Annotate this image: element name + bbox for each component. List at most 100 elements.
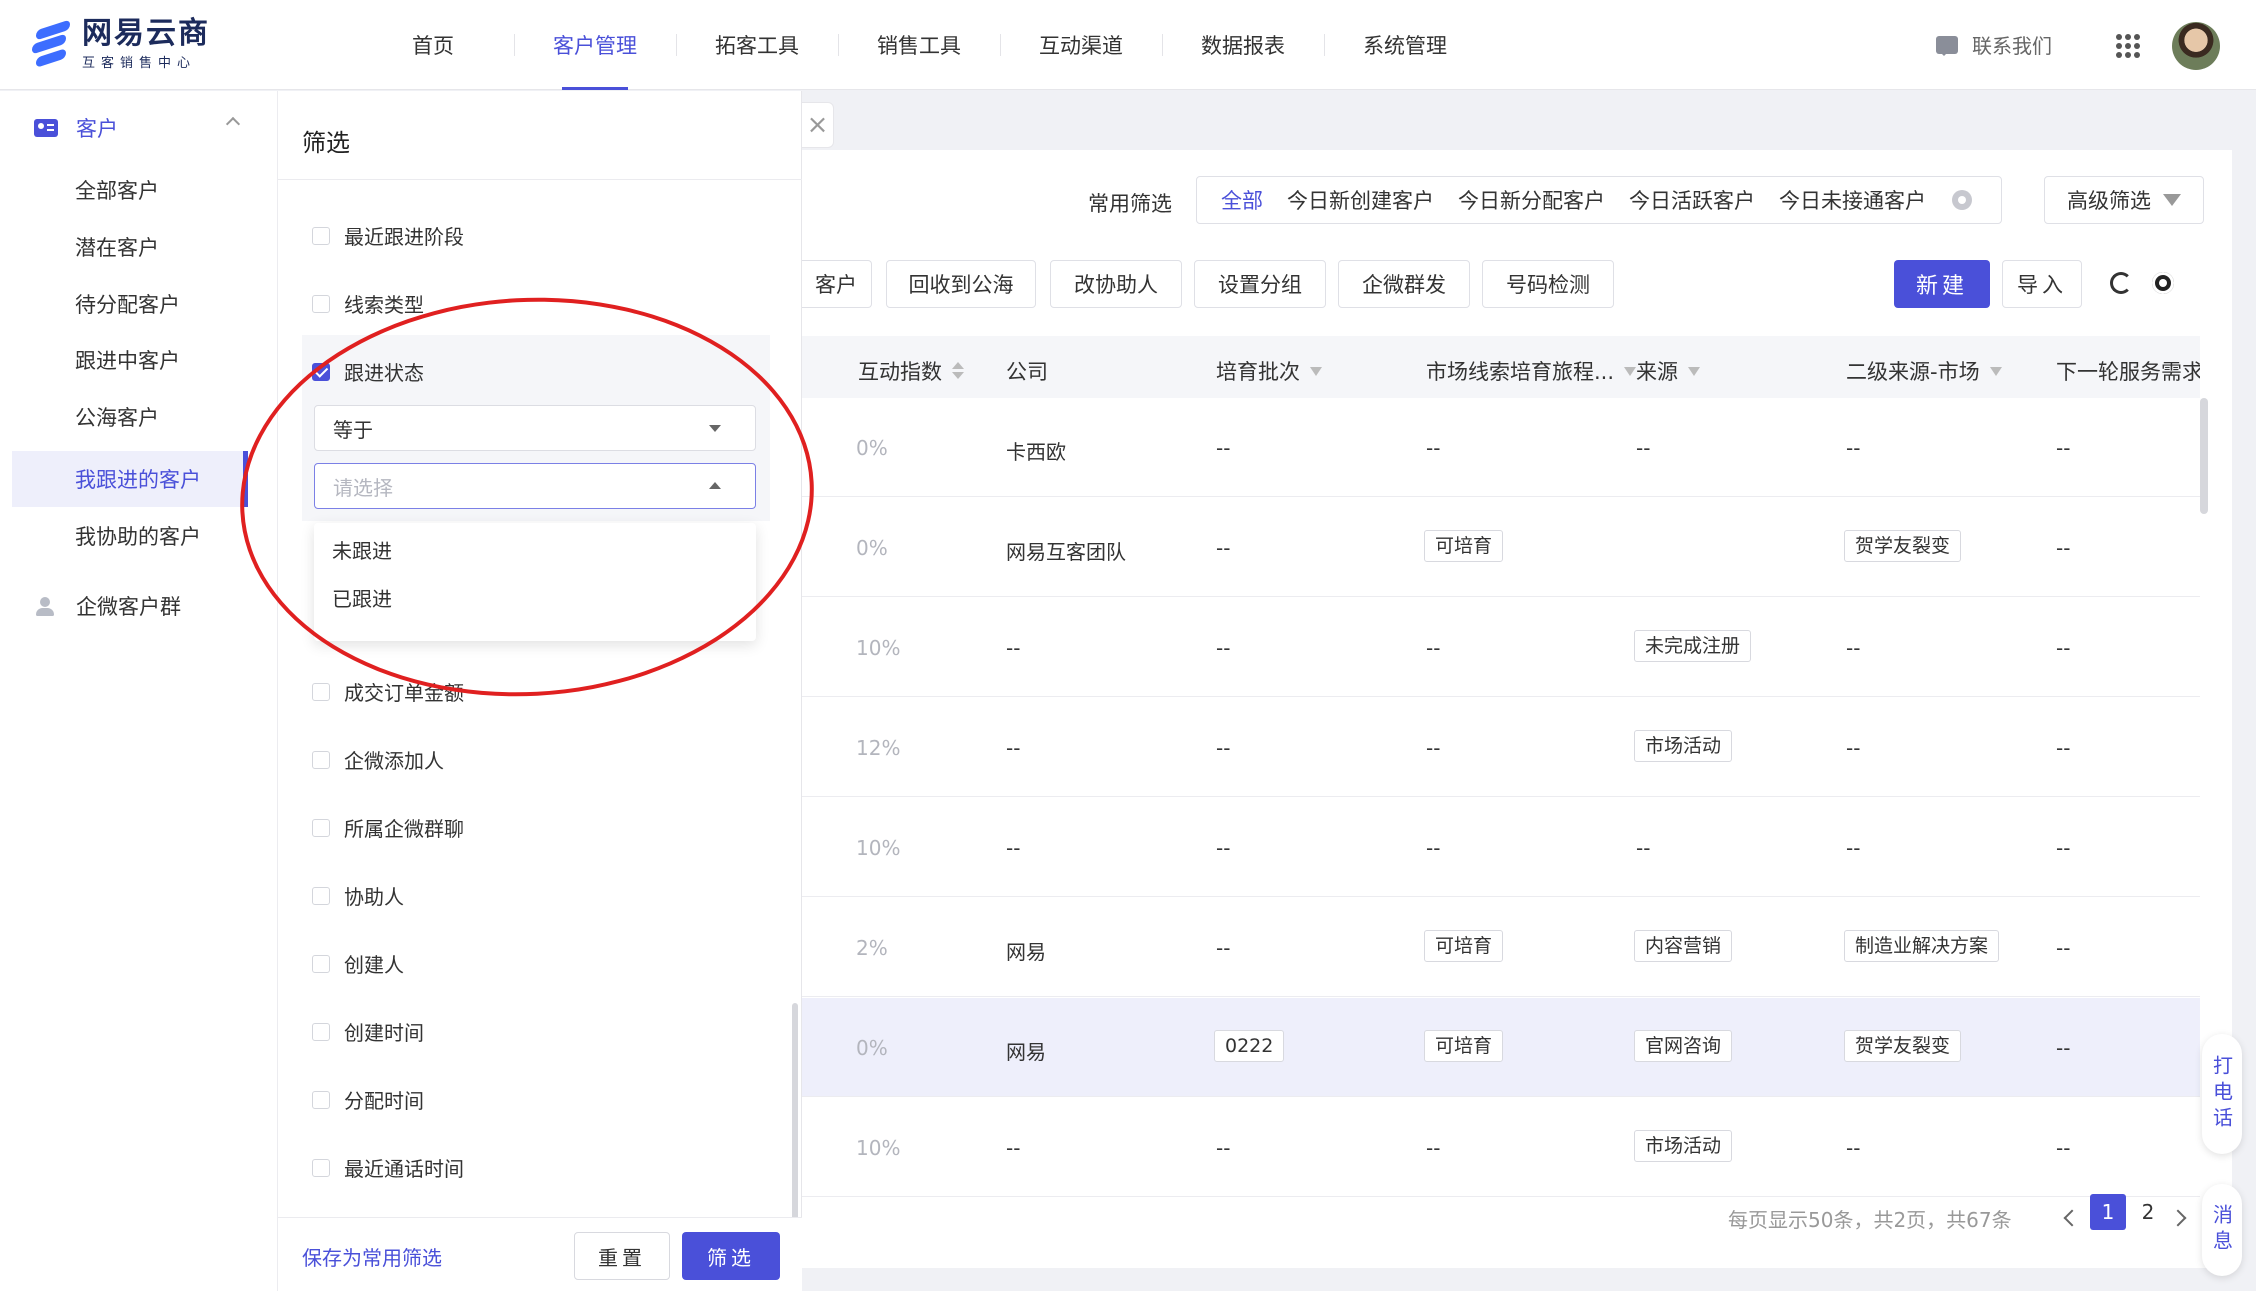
- checkbox[interactable]: [312, 1158, 330, 1177]
- filter-field-lead-type[interactable]: 线索类型: [312, 289, 424, 318]
- column-source[interactable]: 来源: [1636, 356, 1700, 386]
- quick-filter-active[interactable]: 今日活跃客户: [1629, 185, 1755, 215]
- sidebar-item-unassigned-customers[interactable]: 待分配客户: [75, 289, 180, 319]
- reset-button[interactable]: 重置: [574, 1232, 670, 1280]
- filter-field-created-time[interactable]: 创建时间: [312, 1017, 424, 1046]
- convert-customer-button[interactable]: 客户: [792, 260, 872, 308]
- nav-sales-tools[interactable]: 销售工具: [838, 0, 1000, 90]
- import-button[interactable]: 导入: [2002, 260, 2082, 308]
- filter-field-creator[interactable]: 创建人: [312, 949, 404, 978]
- nav-interaction-channels[interactable]: 互动渠道: [1000, 0, 1162, 90]
- column-sub-source[interactable]: 二级来源-市场: [1846, 356, 2002, 386]
- sidebar-group-customer-label: 客户: [76, 117, 118, 141]
- sidebar-item-potential-customers[interactable]: 潜在客户: [75, 232, 159, 262]
- gear-icon[interactable]: [2152, 272, 2174, 294]
- checkbox[interactable]: [312, 818, 330, 837]
- sidebar-group-wechat[interactable]: 企微客户群: [34, 591, 181, 621]
- quick-filter-settings-icon[interactable]: [1952, 190, 1972, 210]
- column-batch[interactable]: 培育批次: [1216, 356, 1322, 386]
- table-cell: --: [1006, 836, 1021, 860]
- message-floating-button[interactable]: 消息: [2202, 1184, 2242, 1276]
- advanced-filter-button[interactable]: 高级筛选: [2044, 176, 2204, 224]
- checkbox[interactable]: [312, 682, 330, 701]
- option-followed[interactable]: 已跟进: [332, 583, 392, 612]
- new-customer-button[interactable]: 新建: [1894, 260, 1990, 308]
- call-floating-button[interactable]: 打电话: [2202, 1034, 2242, 1154]
- user-avatar[interactable]: [2172, 22, 2220, 70]
- wechat-broadcast-button[interactable]: 企微群发: [1338, 260, 1470, 308]
- column-interaction-index[interactable]: 互动指数: [858, 356, 964, 386]
- follow-status-dropdown: 未跟进 已跟进: [314, 523, 756, 641]
- checkbox[interactable]: [312, 750, 330, 769]
- operator-select[interactable]: 等于: [314, 405, 756, 451]
- chevron-right-icon[interactable]: [2169, 1209, 2187, 1227]
- table-row[interactable]: 0% 网易互客团队 -- 可培育 贺学友裂变 --: [802, 498, 2200, 597]
- apply-filter-button[interactable]: 筛选: [682, 1232, 780, 1280]
- filter-field-order-amount[interactable]: 成交订单金额: [312, 677, 464, 706]
- table-cell: 网易: [1006, 940, 1046, 964]
- nav-customer-management[interactable]: 客户管理: [514, 0, 676, 90]
- close-drawer-icon[interactable]: ×: [802, 102, 834, 148]
- sidebar-item-public-pool[interactable]: 公海客户: [75, 402, 159, 432]
- quick-filter-not-connected[interactable]: 今日未接通客户: [1779, 185, 1926, 215]
- table-row[interactable]: 0% 网易 0222 可培育 官网咨询 贺学友裂变 --: [802, 998, 2200, 1097]
- option-not-followed[interactable]: 未跟进: [332, 535, 392, 564]
- table-row[interactable]: 10% -- -- -- 未完成注册 -- --: [802, 598, 2200, 697]
- filter-field-assistant[interactable]: 协助人: [312, 881, 404, 910]
- page-1-button[interactable]: 1: [2090, 1194, 2126, 1230]
- table-row[interactable]: 12% -- -- -- 市场活动 -- --: [802, 698, 2200, 797]
- checkbox-checked[interactable]: [312, 362, 330, 381]
- sidebar-group-customer[interactable]: 客户: [34, 113, 118, 143]
- filter-field-recent-call-time[interactable]: 最近通话时间: [312, 1153, 464, 1182]
- filter-field-recent-stage[interactable]: 最近跟进阶段: [312, 221, 464, 250]
- sidebar-item-following-customers[interactable]: 跟进中客户: [75, 345, 180, 375]
- contact-us-link[interactable]: 联系我们: [1936, 30, 2052, 59]
- filter-icon[interactable]: [1310, 366, 1322, 376]
- sidebar-item-my-assisted[interactable]: 我协助的客户: [75, 521, 201, 551]
- left-sidebar: 客户 全部客户 潜在客户 待分配客户 跟进中客户 公海客户 我跟进的客户 我协助…: [0, 91, 278, 1291]
- sidebar-item-my-followed[interactable]: 我跟进的客户: [75, 464, 201, 494]
- table-cell: --: [1846, 836, 1861, 860]
- table-row[interactable]: 10% -- -- -- 市场活动 -- --: [802, 1098, 2200, 1197]
- checkbox[interactable]: [312, 226, 330, 245]
- nav-prospecting-tools[interactable]: 拓客工具: [676, 0, 838, 90]
- save-common-filter-link[interactable]: 保存为常用筛选: [302, 1242, 442, 1271]
- checkbox[interactable]: [312, 886, 330, 905]
- sort-icon[interactable]: [952, 362, 964, 380]
- filter-icon[interactable]: [1989, 366, 2002, 376]
- filter-icon[interactable]: [1624, 366, 1637, 376]
- sidebar-item-all-customers[interactable]: 全部客户: [75, 175, 159, 205]
- refresh-icon[interactable]: [2110, 272, 2132, 294]
- page-2-button[interactable]: 2: [2136, 1194, 2160, 1230]
- nav-data-reports[interactable]: 数据报表: [1162, 0, 1324, 90]
- quick-filter-all[interactable]: 全部: [1221, 185, 1263, 215]
- filter-icon[interactable]: [1688, 366, 1700, 376]
- change-assistant-button[interactable]: 改协助人: [1050, 260, 1182, 308]
- number-check-button[interactable]: 号码检测: [1482, 260, 1614, 308]
- apps-grid-icon[interactable]: [2116, 34, 2140, 58]
- checkbox[interactable]: [312, 1022, 330, 1041]
- set-group-button[interactable]: 设置分组: [1194, 260, 1326, 308]
- checkbox[interactable]: [312, 294, 330, 313]
- filter-field-assigned-time[interactable]: 分配时间: [312, 1085, 424, 1114]
- table-row[interactable]: 0% 卡西欧 -- -- -- -- --: [802, 398, 2200, 497]
- filter-field-wechat-adder[interactable]: 企微添加人: [312, 745, 444, 774]
- recycle-to-pool-button[interactable]: 回收到公海: [886, 260, 1036, 308]
- quick-filter-new-assigned[interactable]: 今日新分配客户: [1458, 185, 1605, 215]
- table-scrollbar[interactable]: [2200, 398, 2208, 514]
- column-journey[interactable]: 市场线索培育旅程...: [1426, 356, 1637, 386]
- nav-home[interactable]: 首页: [352, 0, 514, 90]
- table-row[interactable]: 10% -- -- -- -- -- --: [802, 798, 2200, 897]
- quick-filter-new-created[interactable]: 今日新创建客户: [1287, 185, 1434, 215]
- follow-status-value-select[interactable]: 请选择: [314, 463, 756, 509]
- checkbox[interactable]: [312, 954, 330, 973]
- filter-field-follow-status[interactable]: 跟进状态: [312, 357, 424, 386]
- filter-field-wechat-group[interactable]: 所属企微群聊: [312, 813, 464, 842]
- checkbox[interactable]: [312, 1090, 330, 1109]
- nav-system-management[interactable]: 系统管理: [1324, 0, 1486, 90]
- brand-logo[interactable]: 网易云商 互客销售中心: [32, 18, 210, 71]
- chevron-left-icon[interactable]: [2063, 1209, 2081, 1227]
- table-row[interactable]: 2% 网易 -- 可培育 内容营销 制造业解决方案 --: [802, 898, 2200, 997]
- chevron-up-icon[interactable]: [225, 116, 241, 132]
- brand-title: 网易云商: [82, 16, 210, 51]
